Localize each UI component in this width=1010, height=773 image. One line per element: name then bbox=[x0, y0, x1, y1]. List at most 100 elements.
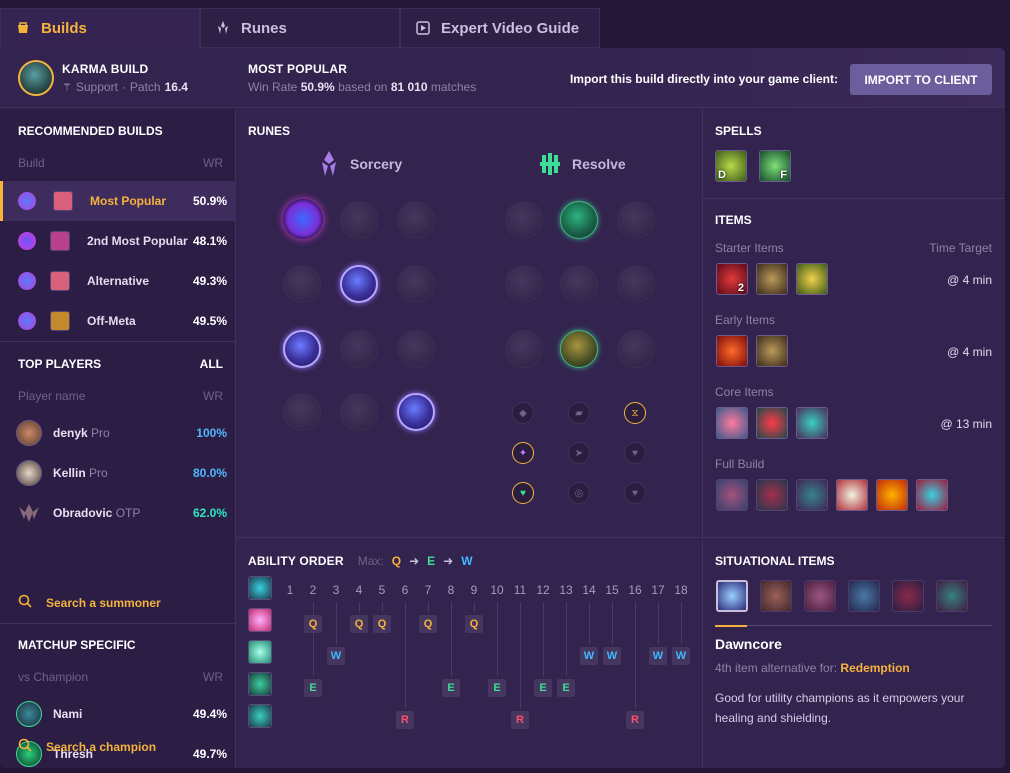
player-tag: OTP bbox=[115, 506, 141, 520]
shard-adaptive[interactable]: ◆ bbox=[512, 402, 534, 424]
rune-overgrowth[interactable] bbox=[505, 330, 543, 368]
staff-icon[interactable] bbox=[804, 580, 836, 612]
build-row-off-meta[interactable]: Off-Meta 49.5% bbox=[0, 301, 236, 341]
player-row[interactable]: Obradovic OTP 62.0% bbox=[0, 493, 236, 533]
shard-attack-speed[interactable]: ▰ bbox=[568, 402, 590, 424]
shard-health-scaling[interactable]: ♥ bbox=[624, 442, 646, 464]
build-row-most-popular[interactable]: Most Popular 50.9% bbox=[0, 181, 236, 221]
skill-point-r: R bbox=[511, 711, 529, 729]
dawncore-icon[interactable] bbox=[716, 479, 748, 511]
top-players-all-link[interactable]: ALL bbox=[200, 357, 223, 371]
rune-demolish[interactable] bbox=[505, 201, 543, 239]
shurelyas-icon[interactable] bbox=[916, 479, 948, 511]
player-name: Obradovic OTP bbox=[53, 506, 140, 520]
search-champion-label: Search a champion bbox=[46, 739, 157, 754]
rune-nimbus-cloak[interactable] bbox=[397, 265, 435, 303]
rune-manaflow-band[interactable] bbox=[340, 265, 378, 303]
skill-point-q: Q bbox=[419, 615, 437, 633]
rune-bone-plating[interactable] bbox=[617, 265, 655, 303]
search-champion-link[interactable]: Search a champion bbox=[18, 738, 156, 755]
time-target-label: Time Target bbox=[929, 241, 992, 255]
import-to-client-button[interactable]: IMPORT TO CLIENT bbox=[850, 64, 992, 95]
level-number: 16 bbox=[628, 583, 642, 597]
build-wr: 49.3% bbox=[192, 274, 227, 288]
sunfire-icon[interactable] bbox=[876, 479, 908, 511]
rune-gathering-storm[interactable] bbox=[397, 393, 435, 431]
ignite-icon[interactable]: D bbox=[715, 150, 747, 182]
ardent-censer-icon[interactable] bbox=[836, 479, 868, 511]
build-header: KARMA BUILD ⚚ Support · Patch 16.4 MOST … bbox=[0, 48, 1005, 108]
rune-waterwalking[interactable] bbox=[340, 393, 378, 431]
boots-icon[interactable] bbox=[756, 263, 788, 295]
redemption-icon[interactable] bbox=[756, 407, 788, 439]
level-guide-line bbox=[681, 602, 682, 644]
rune-absolute-focus[interactable] bbox=[397, 330, 435, 368]
rune-arcane-comet[interactable] bbox=[340, 201, 378, 239]
patch-value: 16.4 bbox=[164, 80, 188, 94]
imperial-icon[interactable] bbox=[892, 580, 924, 612]
rune-transcendence[interactable] bbox=[283, 330, 321, 368]
role-label: Support bbox=[75, 80, 118, 94]
rune-second-wind[interactable] bbox=[560, 265, 598, 303]
situational-item-name: Dawncore bbox=[715, 636, 782, 652]
ability-order-header: ABILITY ORDER Max: Q ➜ E ➜ W bbox=[248, 554, 473, 568]
shard-adaptive-selected[interactable]: ✦ bbox=[512, 442, 534, 464]
helia-icon[interactable] bbox=[848, 580, 880, 612]
rune-revitalize[interactable] bbox=[560, 330, 598, 368]
player-row[interactable]: denyk Pro 100% bbox=[0, 413, 236, 453]
forbidden-idol-icon[interactable] bbox=[716, 335, 748, 367]
keystone-rune-summon-aery[interactable] bbox=[283, 199, 323, 239]
shard-health-selected[interactable]: ♥ bbox=[512, 482, 534, 504]
locket-icon[interactable] bbox=[936, 580, 968, 612]
player-name: denyk Pro bbox=[53, 426, 110, 440]
rune-shield-bash[interactable] bbox=[617, 201, 655, 239]
build-row-2nd-most-popular[interactable]: 2nd Most Popular 48.1% bbox=[0, 221, 236, 261]
level-guide-line bbox=[635, 602, 636, 708]
player-wr: 100% bbox=[196, 426, 227, 440]
rune-phase-rush[interactable] bbox=[397, 201, 435, 239]
flash-icon[interactable]: F bbox=[759, 150, 791, 182]
redemption-icon[interactable] bbox=[756, 479, 788, 511]
tab-bar: Builds Runes Expert Video Guide bbox=[0, 8, 607, 48]
player-name: Kellin Pro bbox=[53, 466, 108, 480]
search-summoner-link[interactable]: Search a summoner bbox=[18, 594, 161, 611]
rune-celerity[interactable] bbox=[340, 330, 378, 368]
matchup-row[interactable]: Nami 49.4% bbox=[0, 694, 236, 734]
avatar bbox=[16, 701, 42, 727]
rune-unflinching[interactable] bbox=[617, 330, 655, 368]
alt-item-link[interactable]: Redemption bbox=[840, 661, 909, 675]
divider bbox=[0, 623, 236, 624]
rune-scorch[interactable] bbox=[283, 393, 321, 431]
moonstone-icon[interactable] bbox=[760, 580, 792, 612]
level-guide-line bbox=[405, 602, 406, 708]
rune-font-of-life[interactable] bbox=[560, 201, 598, 239]
dawncore-icon[interactable] bbox=[716, 580, 748, 612]
build-row-alternative[interactable]: Alternative 49.3% bbox=[0, 261, 236, 301]
shard-ability-haste[interactable]: ⧖ bbox=[624, 402, 646, 424]
level-number: 11 bbox=[513, 583, 527, 597]
keystone-rune-icon bbox=[18, 272, 36, 290]
tab-runes[interactable]: Runes bbox=[200, 8, 400, 48]
selected-indicator bbox=[715, 625, 747, 627]
mikaels-blessing-icon[interactable] bbox=[796, 407, 828, 439]
tab-builds[interactable]: Builds bbox=[0, 8, 200, 48]
health-potion-icon[interactable]: 2 bbox=[716, 263, 748, 295]
tab-video-guide[interactable]: Expert Video Guide bbox=[400, 8, 600, 48]
level-number: 4 bbox=[355, 583, 363, 597]
skill-point-e: E bbox=[534, 679, 552, 697]
mikaels-blessing-icon[interactable] bbox=[796, 479, 828, 511]
world-atlas-icon[interactable] bbox=[796, 263, 828, 295]
level-number: 10 bbox=[490, 583, 504, 597]
level-guide-line bbox=[428, 602, 429, 612]
rune-conditioning[interactable] bbox=[505, 265, 543, 303]
skill-point-q: Q bbox=[465, 615, 483, 633]
rune-axiom-arcanist[interactable] bbox=[283, 265, 321, 303]
ability-order-title: ABILITY ORDER bbox=[248, 554, 344, 568]
shard-move-speed[interactable]: ➤ bbox=[568, 442, 590, 464]
boots-icon[interactable] bbox=[756, 335, 788, 367]
player-row[interactable]: Kellin Pro 80.0% bbox=[0, 453, 236, 493]
shard-health[interactable]: ♥ bbox=[624, 482, 646, 504]
primary-tree-name: Sorcery bbox=[350, 156, 403, 172]
dawncore-icon[interactable] bbox=[716, 407, 748, 439]
shard-tenacity[interactable]: ◎ bbox=[568, 482, 590, 504]
